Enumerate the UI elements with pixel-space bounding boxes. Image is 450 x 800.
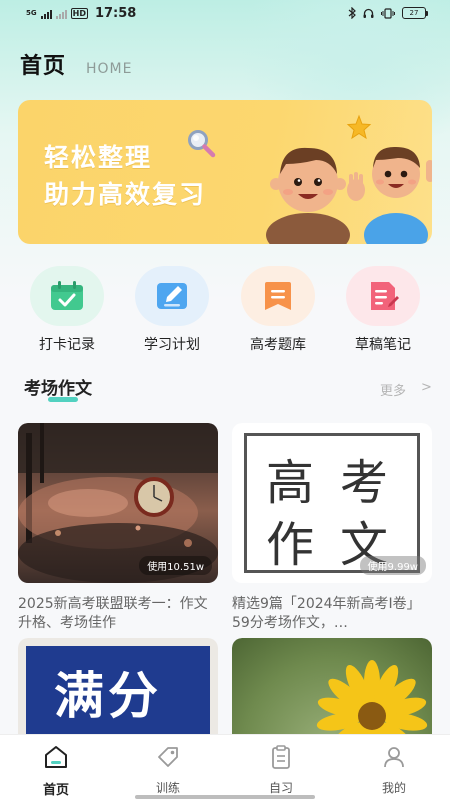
signal-2-icon <box>55 9 67 19</box>
bookmark-list-icon <box>265 282 291 310</box>
calligraphy-char: 作 <box>266 517 315 573</box>
calligraphy-char: 高 <box>266 455 315 511</box>
usage-count: 使用9.99w <box>359 556 426 575</box>
status-bar: 5G HD 17:58 27 <box>0 0 450 28</box>
page-title: 首页 <box>20 54 67 79</box>
card-image: 使用10.51w <box>18 423 218 583</box>
chevron-right-icon[interactable]: > <box>421 380 432 395</box>
tab-home[interactable]: 首页 <box>0 743 112 798</box>
poster-text: 满分 <box>54 667 162 725</box>
bottom-tab-bar: 首页 训练 自习 我的 <box>0 734 450 800</box>
bluetooth-icon <box>348 7 356 19</box>
tab-training[interactable]: 训练 <box>112 743 224 796</box>
calligraphy-char: 考 <box>340 455 389 511</box>
quick-action-label: 学习计划 <box>144 337 200 353</box>
quick-action-bg <box>346 266 420 326</box>
page-subtitle: HOME <box>86 61 133 77</box>
essay-card[interactable]: 高 考 作 文 使用9.99w 精选9篇「2024年新高考Ⅰ卷」59分考场作文，… <box>232 423 432 633</box>
headphones-icon <box>363 8 374 18</box>
quick-action-label: 打卡记录 <box>39 337 95 353</box>
tab-label: 首页 <box>42 783 69 798</box>
battery-level: 27 <box>409 9 419 17</box>
quick-action-question-bank[interactable]: 高考题库 <box>228 266 328 356</box>
magnifier-icon <box>188 130 216 158</box>
home-indicator[interactable] <box>135 795 315 799</box>
more-link[interactable]: 更多 <box>380 380 406 399</box>
essay-card[interactable]: 使用10.51w 2025新高考联盟联考一：作文升格、考场佳作 <box>18 423 218 633</box>
tab-label: 自习 <box>268 781 293 795</box>
section-title: 考场作文 <box>24 379 92 399</box>
signal-icon <box>40 9 52 19</box>
usage-count: 使用10.51w <box>139 556 212 575</box>
card-caption: 精选9篇「2024年新高考Ⅰ卷」59分考场作文，… <box>232 596 421 631</box>
note-pen-icon <box>371 282 399 310</box>
quick-action-bg <box>135 266 209 326</box>
quick-action-draft-notes[interactable]: 草稿笔记 <box>333 266 433 356</box>
tab-label: 训练 <box>155 781 180 795</box>
hd-badge: HD <box>70 8 88 19</box>
quick-action-bg <box>241 266 315 326</box>
clipboard-icon <box>272 745 290 769</box>
vibrate-icon <box>381 7 395 19</box>
card-caption: 2025新高考联盟联考一：作文升格、考场佳作 <box>18 596 208 631</box>
home-icon <box>45 746 67 768</box>
promo-banner[interactable]: 轻松整理 助力高效复习 <box>18 100 432 244</box>
battery-icon: 27 <box>402 7 428 19</box>
kids-illustration <box>266 146 432 244</box>
quick-action-checkin[interactable]: 打卡记录 <box>17 266 117 356</box>
banner-line-1: 轻松整理 <box>44 143 153 172</box>
clock: 17:58 <box>94 6 137 21</box>
tab-profile[interactable]: 我的 <box>338 743 450 796</box>
tag-icon <box>158 747 178 767</box>
quick-action-label: 草稿笔记 <box>355 337 411 353</box>
quick-action-study-plan[interactable]: 学习计划 <box>122 266 222 356</box>
user-icon <box>384 747 404 768</box>
tab-label: 我的 <box>381 781 406 795</box>
quick-action-label: 高考题库 <box>250 337 306 353</box>
calendar-check-icon <box>51 281 83 310</box>
network-type: 5G <box>26 9 37 17</box>
tab-self-study[interactable]: 自习 <box>225 743 337 796</box>
quick-action-bg <box>30 266 104 326</box>
pencil-board-icon <box>157 283 187 309</box>
card-image: 高 考 作 文 使用9.99w <box>232 423 432 583</box>
banner-line-2: 助力高效复习 <box>44 180 207 209</box>
